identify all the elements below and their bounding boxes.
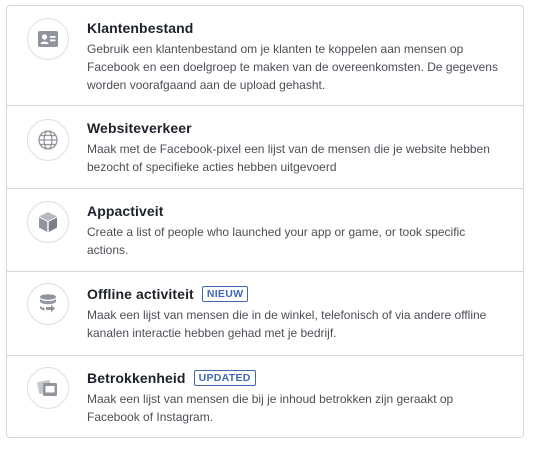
option-title: Klantenbestand: [87, 20, 194, 36]
option-description: Maak een lijst van mensen die bij je inh…: [87, 392, 454, 424]
option-description: Create a list of people who launched you…: [87, 225, 466, 257]
option-engagement[interactable]: Betrokkenheid UPDATED Maak een lijst van…: [7, 356, 523, 437]
option-customer-file[interactable]: Klantenbestand Gebruik een klantenbestan…: [7, 6, 523, 106]
customer-file-icon: [27, 18, 69, 60]
option-offline-activity[interactable]: Offline activiteit NIEUW Maak een lijst …: [7, 272, 523, 356]
option-description: Maak met de Facebook-pixel een lijst van…: [87, 142, 490, 174]
engagement-cards-icon: [27, 367, 69, 409]
option-title: Websiteverkeer: [87, 120, 192, 136]
option-app-activity[interactable]: Appactiveit Create a list of people who …: [7, 189, 523, 272]
cube-icon: [27, 201, 69, 243]
updated-badge: UPDATED: [193, 370, 256, 386]
new-badge: NIEUW: [201, 286, 249, 302]
option-website-traffic[interactable]: Websiteverkeer Maak met de Facebook-pixe…: [7, 106, 523, 189]
globe-icon: [27, 119, 69, 161]
option-description: Maak een lijst van mensen die in de wink…: [87, 308, 487, 340]
option-description: Gebruik een klantenbestand om je klanten…: [87, 42, 498, 92]
option-title: Appactiveit: [87, 203, 164, 219]
database-sync-icon: [27, 283, 69, 325]
option-title: Betrokkenheid: [87, 370, 186, 386]
custom-audience-source-list: Klantenbestand Gebruik een klantenbestan…: [6, 5, 524, 438]
option-title: Offline activiteit: [87, 286, 194, 302]
